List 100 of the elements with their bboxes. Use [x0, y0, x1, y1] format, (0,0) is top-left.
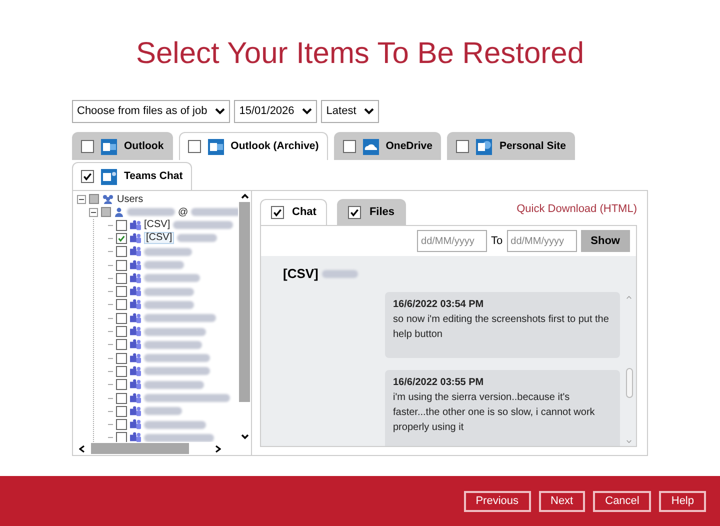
checkbox[interactable] — [116, 366, 127, 377]
checkbox[interactable] — [116, 286, 127, 298]
source-tab[interactable]: Outlook (Archive) — [178, 132, 328, 160]
teams-icon — [130, 232, 141, 244]
teams-icon — [130, 299, 141, 310]
teams-icon — [130, 312, 141, 324]
chevron-right-icon[interactable] — [215, 444, 221, 452]
tab-label: Personal Site — [499, 138, 566, 154]
dropdown[interactable]: Latest — [321, 100, 380, 123]
dropdown[interactable]: Choose from files as of job — [72, 100, 230, 123]
teams-icon — [130, 432, 141, 442]
to-label: To — [491, 234, 503, 249]
chevron-down-icon[interactable] — [240, 433, 248, 440]
tab-label: Outlook (Archive) — [230, 138, 319, 154]
chevron-down-icon — [215, 108, 226, 115]
checkbox[interactable] — [89, 194, 99, 204]
chevron-left-icon[interactable] — [79, 444, 85, 452]
teams-icon — [130, 272, 141, 284]
tab-label: OneDrive — [386, 138, 432, 154]
teams-icon — [130, 286, 141, 298]
blurred-text — [144, 314, 216, 322]
blurred-text — [144, 354, 210, 362]
checkbox[interactable] — [116, 260, 127, 271]
show-button[interactable]: Show — [580, 230, 630, 252]
view-tab[interactable]: Files — [337, 199, 406, 225]
blurred-text — [144, 248, 192, 256]
blurred-text — [191, 208, 238, 216]
footer-button[interactable]: Help — [659, 490, 706, 512]
teams-icon — [130, 220, 141, 231]
scroll-thumb[interactable] — [626, 368, 632, 398]
checkbox[interactable] — [116, 326, 127, 338]
tab-label: Outlook — [124, 138, 164, 154]
blurred-text — [144, 420, 206, 429]
checkbox[interactable] — [116, 419, 127, 430]
tree-label[interactable]: Users — [117, 192, 144, 206]
checkbox[interactable] — [116, 379, 127, 390]
blurred-text — [144, 328, 206, 336]
footer-button[interactable]: Previous — [464, 490, 530, 512]
blurred-text — [144, 261, 184, 270]
page-title: Select Your Items To Be Restored — [134, 36, 586, 72]
teams-icon — [130, 352, 141, 364]
checkbox[interactable] — [348, 206, 362, 219]
checkbox[interactable] — [116, 246, 127, 258]
checkbox[interactable] — [188, 140, 201, 153]
checkbox[interactable] — [116, 406, 127, 417]
quick-download-link[interactable]: Quick Download (HTML) — [516, 201, 637, 218]
collapse-icon[interactable] — [77, 194, 86, 204]
source-tab[interactable]: Outlook — [72, 132, 173, 160]
checkbox[interactable] — [116, 432, 127, 442]
chat-title: [CSV] — [283, 265, 318, 284]
blurred-text — [144, 367, 210, 376]
checkbox[interactable] — [116, 392, 127, 404]
teams-icon — [130, 260, 141, 271]
tree-label[interactable]: @ — [178, 204, 188, 220]
source-tab[interactable]: OneDrive — [334, 132, 442, 160]
person-icon — [114, 207, 124, 217]
tab-label: Teams Chat — [124, 168, 183, 184]
chevron-down-icon — [302, 108, 312, 115]
teams-icon — [130, 339, 141, 350]
checkbox[interactable] — [81, 140, 94, 153]
cloud-icon — [362, 138, 380, 156]
checkbox[interactable] — [116, 232, 127, 244]
teams-icon — [130, 366, 141, 377]
checkbox[interactable] — [101, 207, 111, 217]
blurred-text — [322, 270, 358, 278]
checkbox[interactable] — [116, 272, 127, 284]
date-field[interactable]: dd/MM/yyyy — [417, 230, 488, 252]
blurred-text — [127, 208, 175, 216]
source-tab[interactable]: Personal Site — [447, 132, 575, 160]
checkbox[interactable] — [116, 220, 127, 231]
blurred-text — [144, 407, 182, 416]
teams-icon — [130, 246, 141, 258]
view-tab[interactable]: Chat — [260, 199, 328, 225]
checkbox[interactable] — [116, 299, 127, 310]
teams-icon — [130, 379, 141, 390]
checkbox[interactable] — [271, 206, 284, 219]
blurred-text — [177, 234, 218, 242]
footer-button[interactable]: Cancel — [593, 490, 652, 512]
chevron-up-icon[interactable] — [240, 193, 248, 200]
blurred-text — [173, 221, 234, 230]
teams-icon — [130, 419, 141, 430]
checkbox[interactable] — [456, 140, 470, 153]
teams-icon — [100, 168, 118, 186]
date-field[interactable]: dd/MM/yyyy — [506, 230, 577, 252]
checkbox[interactable] — [342, 140, 356, 153]
dropdown[interactable]: 15/01/2026 — [234, 100, 318, 123]
chat-message: 16/6/2022 03:54 PM so now i'm editing the screenshots first to put the help button — [385, 292, 620, 358]
blurred-text — [144, 288, 194, 296]
blurred-text — [144, 340, 202, 349]
teams-icon — [130, 406, 141, 417]
footer-button[interactable]: Next — [538, 490, 586, 512]
tree-label[interactable]: [CSV] — [144, 232, 174, 244]
source-tab[interactable]: Teams Chat — [72, 162, 192, 190]
checkbox[interactable] — [116, 312, 127, 324]
checkbox[interactable] — [81, 170, 94, 183]
collapse-icon[interactable] — [89, 208, 98, 216]
tree-label[interactable]: [CSV] — [144, 220, 170, 230]
checkbox[interactable] — [116, 352, 127, 364]
checkbox[interactable] — [116, 339, 127, 350]
scrollbar[interactable] — [238, 191, 251, 442]
